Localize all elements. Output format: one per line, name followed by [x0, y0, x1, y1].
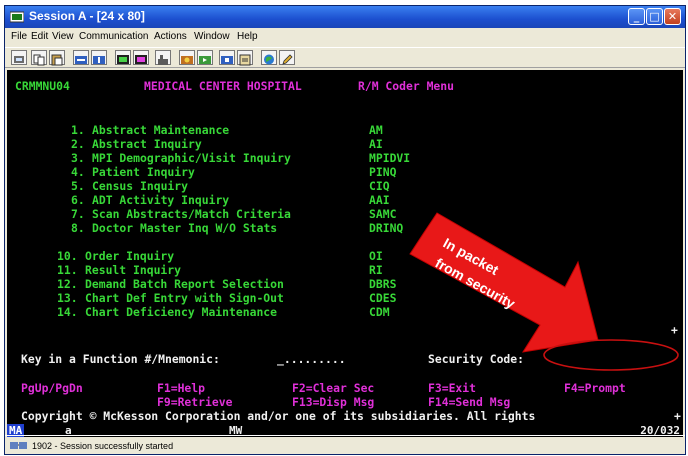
- menu-item-label: Abstract Inquiry: [92, 137, 202, 151]
- play-icon[interactable]: [197, 50, 213, 65]
- status-bar: 1902 - Session successfully started: [5, 435, 685, 454]
- maximize-icon: □: [649, 10, 660, 23]
- menu-actions[interactable]: Actions: [154, 31, 187, 42]
- title-bar[interactable]: Session A - [24 x 80] _ □ ✕: [5, 6, 685, 28]
- menu-item-code: PINQ: [369, 165, 397, 179]
- fkey-f3-exit[interactable]: F3=Exit: [428, 382, 476, 395]
- globe-icon[interactable]: [261, 50, 277, 65]
- more-indicator: +: [671, 323, 678, 337]
- menu-item-label: Census Inquiry: [92, 179, 189, 193]
- copyright-more: +: [674, 409, 681, 423]
- terminal-window: Session A - [24 x 80] _ □ ✕ File Edit Vi…: [4, 5, 686, 455]
- menu-edit[interactable]: Edit: [31, 31, 48, 42]
- menu-title: R/M Coder Menu: [358, 79, 455, 93]
- function-input[interactable]: _.........: [277, 353, 346, 366]
- menu-item-code: CIQ: [369, 179, 390, 193]
- paste-icon[interactable]: [49, 50, 65, 66]
- menu-item-code: MPIDVI: [369, 151, 411, 165]
- menu-item-num: 13.: [57, 291, 78, 305]
- menu-item-code: AAI: [369, 193, 390, 207]
- menu-item-code: DBRS: [369, 277, 397, 291]
- menu-item-label: ADT Activity Inquiry: [92, 193, 230, 207]
- toolbar: [5, 47, 685, 68]
- copy-icon[interactable]: [31, 50, 47, 66]
- window-title: Session A - [24 x 80]: [29, 9, 145, 23]
- menu-file[interactable]: File: [11, 31, 27, 42]
- menu-item-num: 14.: [57, 305, 78, 319]
- menu-item-code: AI: [369, 137, 383, 151]
- record-icon[interactable]: [179, 50, 195, 65]
- menu-item-num: 5.: [71, 179, 85, 193]
- clipboard-icon[interactable]: [237, 50, 253, 66]
- menu-item-num: 4.: [71, 165, 85, 179]
- terminal-screen[interactable]: CRMMNU04 MEDICAL CENTER HOSPITAL R/M Cod…: [7, 70, 683, 424]
- menu-item-label: Chart Deficiency Maintenance: [85, 305, 278, 319]
- minimize-button[interactable]: _: [628, 8, 645, 25]
- menu-item-num: 8.: [71, 221, 85, 235]
- edit-icon[interactable]: [279, 50, 295, 65]
- minimize-icon: _: [633, 10, 640, 23]
- fkey-f14-send-msg[interactable]: F14=Send Msg: [428, 396, 510, 409]
- stop-icon[interactable]: [219, 50, 235, 65]
- function-prompt-label: Key in a Function #/Mnemonic:: [21, 352, 220, 366]
- fkey-f13-disp-msg[interactable]: F13=Disp Msg: [292, 396, 374, 409]
- fkey-pgup-pgdn[interactable]: PgUp/PgDn: [21, 382, 83, 395]
- session-status-icon: [10, 442, 27, 449]
- display-icon[interactable]: [115, 50, 131, 65]
- menu-bar: File Edit View Communication Actions Win…: [5, 28, 685, 46]
- status-text: 1902 - Session successfully started: [32, 441, 174, 451]
- hospital-name: MEDICAL CENTER HOSPITAL: [144, 79, 302, 93]
- security-code-label: Security Code:: [428, 352, 525, 366]
- menu-item-label: Order Inquiry: [85, 249, 175, 263]
- menu-item-num: 12.: [57, 277, 78, 291]
- menu-view[interactable]: View: [52, 31, 74, 42]
- menu-item-code: CDES: [369, 291, 397, 305]
- menu-item-code: RI: [369, 263, 383, 277]
- session-app-icon: [10, 11, 24, 23]
- menu-item-num: 7.: [71, 207, 85, 221]
- send-icon[interactable]: [73, 50, 89, 65]
- color-icon[interactable]: [133, 50, 149, 65]
- maximize-button[interactable]: □: [646, 8, 663, 25]
- menu-item-label: Chart Def Entry with Sign-Out: [85, 291, 284, 305]
- menu-item-num: 3.: [71, 151, 85, 165]
- menu-item-label: Demand Batch Report Selection: [85, 277, 284, 291]
- map-icon[interactable]: [155, 50, 171, 65]
- menu-item-code: OI: [369, 249, 383, 263]
- menu-item-label: Doctor Master Inq W/O Stats: [92, 221, 278, 235]
- menu-item-label: Result Inquiry: [85, 263, 182, 277]
- menu-item-num: 2.: [71, 137, 85, 151]
- copyright-notice: Copyright © McKesson Corporation and/or …: [21, 409, 536, 423]
- menu-item-num: 10.: [57, 249, 78, 263]
- close-icon: ✕: [667, 10, 678, 23]
- menu-item-label: MPI Demographic/Visit Inquiry: [92, 151, 291, 165]
- menu-item-code: CDM: [369, 305, 390, 319]
- receive-icon[interactable]: [91, 50, 107, 65]
- fkey-f4-prompt[interactable]: F4=Prompt: [564, 382, 626, 395]
- menu-item-code: SAMC: [369, 207, 397, 221]
- menu-item-code: AM: [369, 123, 383, 137]
- fkey-f1-help[interactable]: F1=Help: [157, 382, 205, 395]
- screen-id: CRMMNU04: [15, 79, 70, 93]
- menu-communication[interactable]: Communication: [79, 31, 148, 42]
- menu-item-label: Abstract Maintenance: [92, 123, 230, 137]
- menu-item-num: 11.: [57, 263, 78, 277]
- menu-item-num: 6.: [71, 193, 85, 207]
- menu-item-code: DRINQ: [369, 221, 404, 235]
- menu-window[interactable]: Window: [194, 31, 230, 42]
- fkey-f9-retrieve[interactable]: F9=Retrieve: [157, 396, 232, 409]
- menu-item-label: Patient Inquiry: [92, 165, 195, 179]
- close-button[interactable]: ✕: [664, 8, 681, 25]
- security-code-field[interactable]: [547, 353, 673, 367]
- menu-item-num: 1.: [71, 123, 85, 137]
- menu-help[interactable]: Help: [237, 31, 258, 42]
- fkey-f2-clear-sec[interactable]: F2=Clear Sec: [292, 382, 374, 395]
- print-screen-icon[interactable]: [11, 50, 27, 65]
- menu-item-label: Scan Abstracts/Match Criteria: [92, 207, 291, 221]
